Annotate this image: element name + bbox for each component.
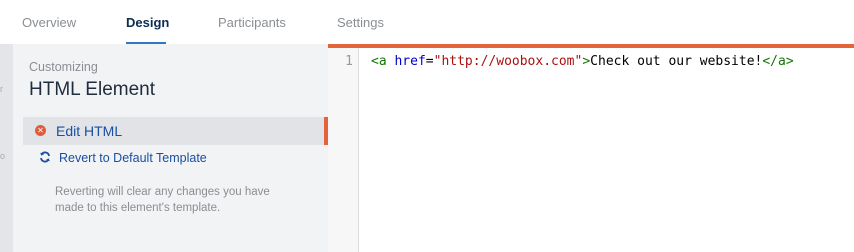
code-attr-name: href [386, 54, 426, 69]
line-number: 1 [345, 54, 353, 69]
revert-help-text: Reverting will clear any changes you hav… [55, 186, 270, 214]
code-close-tag: </a> [762, 54, 794, 69]
code-open-tag: <a [371, 54, 387, 69]
left-rail: r o [0, 44, 13, 252]
customize-sidebar: Customizing HTML Element ✕ Edit HTML Rev… [13, 44, 328, 252]
line-number-gutter: 1 [328, 48, 359, 252]
code-text: Check out our website! [590, 54, 763, 69]
edit-html-label: Edit HTML [56, 123, 123, 139]
sidebar-eyebrow: Customizing [29, 60, 98, 74]
edit-html-item[interactable]: ✕ Edit HTML [23, 117, 328, 145]
close-icon: ✕ [35, 125, 46, 136]
rail-marker: r [0, 84, 3, 94]
top-tab-bar: Overview Design Participants Settings [0, 0, 854, 44]
code-equals: = [425, 54, 434, 69]
tab-settings[interactable]: Settings [337, 15, 384, 30]
code-line[interactable]: <a href="http://woobox.com">Check out ou… [371, 54, 794, 69]
code-tag-end: > [582, 54, 591, 69]
sidebar-title: HTML Element [29, 79, 155, 100]
tab-participants[interactable]: Participants [218, 15, 286, 30]
tab-overview[interactable]: Overview [22, 15, 76, 30]
revert-template-label: Revert to Default Template [59, 151, 207, 165]
code-attr-value: "http://woobox.com" [433, 54, 583, 69]
code-editor[interactable]: 1 <a href="http://woobox.com">Check out … [328, 44, 854, 252]
refresh-icon [40, 151, 50, 163]
tab-design[interactable]: Design [126, 15, 169, 30]
rail-marker: o [0, 151, 6, 161]
